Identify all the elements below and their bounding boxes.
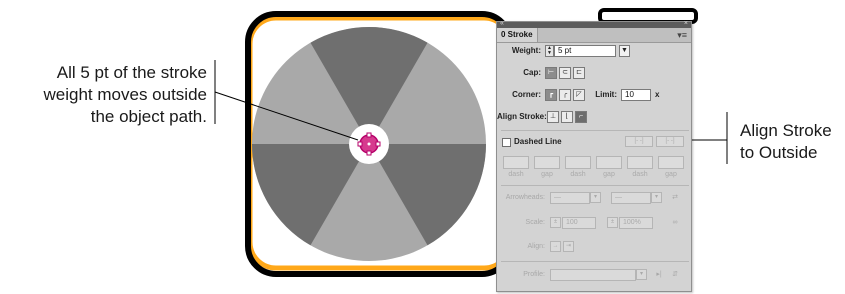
round-join-button[interactable]: ╭: [559, 89, 571, 101]
align-label: Align:: [527, 243, 545, 250]
callout-left-line-3: the object path.: [90, 107, 207, 126]
align-stroke-label: Align Stroke:: [497, 112, 547, 121]
tab-stroke[interactable]: 0 Stroke: [497, 28, 538, 42]
limit-input[interactable]: 10: [621, 89, 651, 101]
callout-right-text: Align Stroke to Outside: [740, 120, 832, 164]
dash-label-1: dash: [508, 171, 524, 178]
anchor-point-right[interactable]: [375, 141, 381, 147]
callout-right-line-2: to Outside: [740, 143, 818, 162]
corner-label: Corner:: [512, 90, 541, 99]
align-stroke-inside-button[interactable]: ⌊: [561, 111, 573, 123]
close-panel-icon[interactable]: ×: [684, 20, 688, 27]
align-stroke-center-button[interactable]: ⊥: [547, 111, 559, 123]
gap-label-3: gap: [665, 171, 677, 178]
limit-suffix: x: [655, 90, 660, 99]
butt-cap-button[interactable]: ⊢: [545, 67, 557, 79]
round-cap-button[interactable]: ⊂: [559, 67, 571, 79]
end-arrowhead-select[interactable]: —: [611, 192, 651, 204]
dash-input-3[interactable]: [627, 156, 653, 169]
weight-row: Weight: ▲ ▼ 5 pt ▼: [497, 44, 693, 58]
anchor-point-bottom[interactable]: [366, 150, 372, 156]
panel-divider-2: [501, 185, 689, 186]
scale-label: Scale:: [525, 219, 545, 226]
limit-label: Limit:: [595, 90, 617, 99]
dash-label-2: dash: [570, 171, 586, 178]
dashed-line-label: Dashed Line: [514, 137, 562, 146]
align-stroke-row: Align Stroke: ⊥ ⌊ ⌐: [497, 110, 693, 124]
align-stroke-outside-button[interactable]: ⌐: [575, 111, 587, 123]
callout-left-line-1: All 5 pt of the stroke: [56, 63, 207, 82]
artwork-canvas: [214, 8, 728, 277]
path-center-point: [367, 142, 371, 146]
end-scale-stepper[interactable]: ±: [607, 217, 618, 228]
projecting-cap-button[interactable]: ⊏: [573, 67, 585, 79]
arrow-tip-beyond-button[interactable]: →: [550, 241, 561, 252]
panel-divider: [501, 130, 689, 131]
gap-input-2[interactable]: [596, 156, 622, 169]
profile-dropdown[interactable]: ▾: [636, 269, 647, 280]
flip-along-icon[interactable]: ▸|: [653, 269, 665, 281]
callout-left-line-2: weight moves outside: [43, 85, 207, 104]
collapse-icon[interactable]: «: [500, 20, 504, 27]
preserve-dash-lengths-button[interactable]: [- -]: [625, 136, 653, 147]
profile-label: Profile:: [523, 271, 545, 278]
weight-dropdown-button[interactable]: ▼: [619, 45, 630, 57]
callout-left-text: All 5 pt of the stroke weight moves outs…: [44, 62, 207, 128]
swap-arrowheads-icon[interactable]: ⇄: [669, 192, 681, 204]
dash-input-1[interactable]: [503, 156, 529, 169]
bevel-join-button[interactable]: ◸: [573, 89, 585, 101]
cap-label: Cap:: [523, 68, 541, 77]
profile-select[interactable]: [550, 269, 636, 281]
gap-input-3[interactable]: [658, 156, 684, 169]
start-arrowhead-dropdown[interactable]: ▾: [590, 192, 601, 203]
link-scale-icon[interactable]: ∞: [669, 217, 681, 229]
corner-row: Corner: ┏ ╭ ◸ Limit: 10 x: [497, 88, 693, 102]
weight-label: Weight:: [511, 46, 541, 55]
anchor-point-top[interactable]: [366, 132, 372, 138]
anchor-point-left[interactable]: [357, 141, 363, 147]
start-arrowhead-select[interactable]: —: [550, 192, 590, 204]
gap-label-2: gap: [603, 171, 615, 178]
end-scale-input[interactable]: 100%: [619, 217, 653, 229]
callout-right-line-1: Align Stroke: [740, 121, 832, 140]
panel-menu-icon[interactable]: ▾≡: [677, 28, 687, 42]
panel-tab-row: 0 Stroke ▾≡: [497, 28, 691, 43]
dashed-line-checkbox[interactable]: [502, 138, 511, 147]
panel-divider-3: [501, 261, 689, 262]
start-scale-stepper[interactable]: ±: [550, 217, 561, 228]
weight-input[interactable]: 5 pt: [554, 45, 616, 57]
dash-input-2[interactable]: [565, 156, 591, 169]
dashed-line-row: Dashed Line [- -] [- -]: [497, 135, 693, 149]
dash-label-3: dash: [632, 171, 648, 178]
gap-input-1[interactable]: [534, 156, 560, 169]
weight-stepper[interactable]: ▲ ▼: [545, 45, 554, 57]
miter-join-button[interactable]: ┏: [545, 89, 557, 101]
arrowheads-label: Arrowheads:: [505, 194, 545, 201]
arrow-tip-at-end-button[interactable]: ⇥: [563, 241, 574, 252]
flip-across-icon[interactable]: ⇵: [669, 269, 681, 281]
start-scale-input[interactable]: 100: [562, 217, 596, 229]
stroke-panel: « × 0 Stroke ▾≡ Weight: ▲ ▼ 5 pt ▼ Cap: ⊢…: [496, 20, 693, 292]
align-dashes-button[interactable]: [- -]: [656, 136, 684, 147]
end-arrowhead-dropdown[interactable]: ▾: [651, 192, 662, 203]
gap-label-1: gap: [541, 171, 553, 178]
cap-row: Cap: ⊢ ⊂ ⊏: [497, 66, 693, 80]
